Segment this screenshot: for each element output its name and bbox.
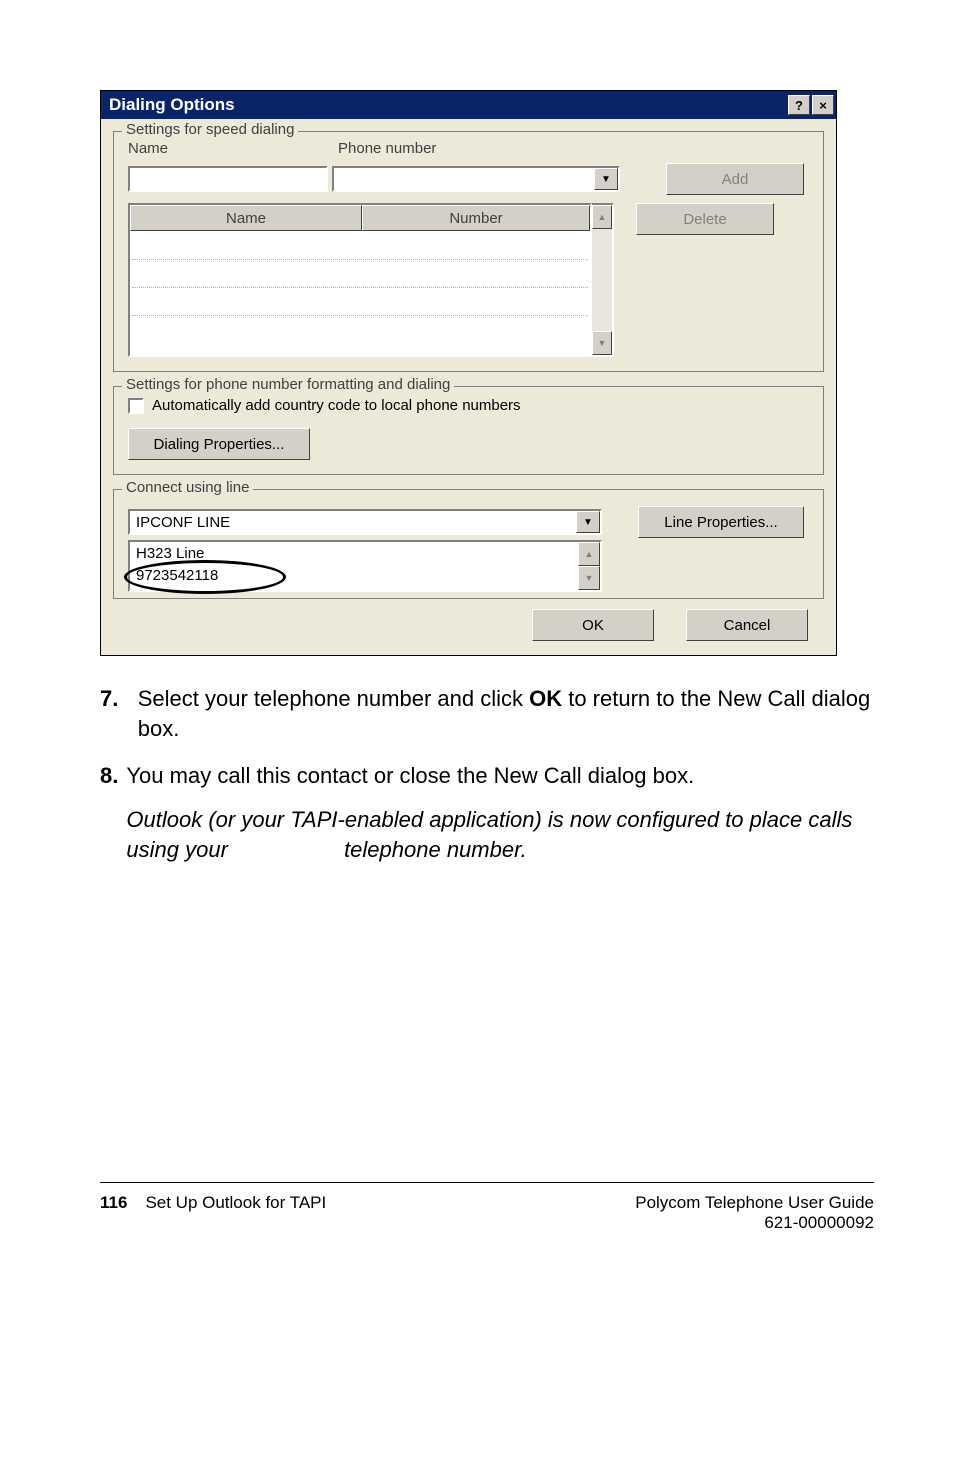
cancel-button[interactable]: Cancel — [686, 609, 808, 641]
name-label: Name — [128, 140, 338, 157]
connect-line-list[interactable]: H323 Line 9723542118 ▲ ▼ — [128, 540, 602, 592]
chevron-down-icon[interactable]: ▼ — [594, 168, 618, 190]
list-item[interactable]: 9723542118 — [130, 564, 578, 586]
step-text: You may call this contact or close the N… — [126, 761, 874, 864]
list-rows — [130, 231, 590, 355]
close-icon[interactable]: × — [812, 95, 834, 115]
list-scrollbar[interactable]: ▲ ▼ — [592, 203, 614, 357]
phone-number-label: Phone number — [338, 140, 436, 157]
phone-number-combo[interactable]: ▼ — [332, 166, 620, 192]
dialog-titlebar: Dialing Options ? × — [101, 91, 836, 119]
dialog-title: Dialing Options — [109, 95, 235, 115]
column-header-number[interactable]: Number — [362, 205, 590, 231]
auto-country-code-checkbox[interactable] — [128, 398, 144, 414]
group-connect-line: Connect using line IPCONF LINE ▼ Line Pr… — [113, 489, 824, 599]
scroll-down-icon[interactable]: ▼ — [578, 566, 600, 590]
speed-dial-list[interactable]: Name Number — [128, 203, 592, 357]
instruction-list: 7. Select your telephone number and clic… — [100, 684, 874, 864]
group-speed-legend: Settings for speed dialing — [122, 121, 298, 138]
dialing-properties-button[interactable]: Dialing Properties... — [128, 428, 310, 460]
footer-doc-title: Polycom Telephone User Guide — [635, 1193, 874, 1213]
dialing-options-dialog: Dialing Options ? × Settings for speed d… — [100, 90, 837, 656]
help-icon[interactable]: ? — [788, 95, 810, 115]
scroll-up-icon[interactable]: ▲ — [578, 542, 600, 566]
delete-button[interactable]: Delete — [636, 203, 774, 235]
auto-country-code-label: Automatically add country code to local … — [152, 397, 521, 414]
step-text: Select your telephone number and click O… — [138, 684, 874, 743]
step-number: 8. — [100, 761, 126, 864]
chevron-down-icon[interactable]: ▼ — [576, 511, 600, 533]
list-item[interactable]: H323 Line — [130, 542, 578, 564]
group-formatting-legend: Settings for phone number formatting and… — [122, 376, 454, 393]
footer-section-title: Set Up Outlook for TAPI — [145, 1193, 326, 1233]
footer-doc-number: 621-00000092 — [635, 1213, 874, 1233]
group-formatting: Settings for phone number formatting and… — [113, 386, 824, 475]
line-properties-button[interactable]: Line Properties... — [638, 506, 804, 538]
ok-button[interactable]: OK — [532, 609, 654, 641]
page-footer: 116 Set Up Outlook for TAPI Polycom Tele… — [100, 1182, 874, 1233]
group-connect-legend: Connect using line — [122, 479, 253, 496]
scroll-up-icon[interactable]: ▲ — [592, 205, 612, 229]
scroll-down-icon[interactable]: ▼ — [592, 331, 612, 355]
connect-line-combo[interactable]: IPCONF LINE ▼ — [128, 509, 602, 535]
page-number: 116 — [100, 1193, 127, 1233]
phone-number-input[interactable] — [334, 168, 594, 190]
step-number: 7. — [100, 684, 138, 743]
connect-line-value: IPCONF LINE — [130, 511, 576, 533]
group-speed-dialing: Settings for speed dialing Name Phone nu… — [113, 131, 824, 372]
name-input[interactable] — [128, 166, 328, 192]
add-button[interactable]: Add — [666, 163, 804, 195]
column-header-name[interactable]: Name — [130, 205, 362, 231]
